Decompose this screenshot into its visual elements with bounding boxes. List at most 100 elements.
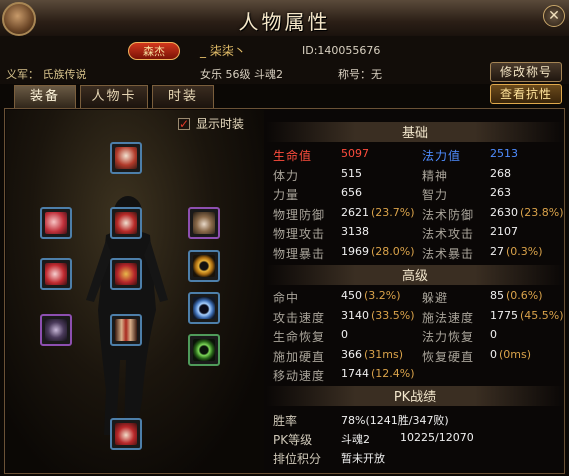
pk-label: 排位积分 — [273, 452, 322, 466]
stat-label: 物理攻击 — [273, 227, 326, 241]
stat-value: 5097 — [341, 147, 369, 160]
stat-label: 力量 — [273, 188, 300, 202]
faction-badge: 森杰 — [128, 42, 180, 60]
jade-ring-icon — [193, 339, 215, 361]
slot-ring[interactable] — [188, 292, 220, 324]
stat-percent: (3.2%) — [364, 289, 401, 302]
rename-title-button[interactable]: 修改称号 — [490, 62, 562, 82]
stat-value: 1969 — [341, 244, 369, 258]
stat-value: 366 — [341, 347, 362, 361]
stat-value: 656 — [341, 186, 362, 199]
slot-armor[interactable] — [110, 207, 142, 239]
player-id: ID:140055676 — [302, 44, 381, 57]
stat-label: 智力 — [422, 188, 449, 202]
stat-label: 施法速度 — [422, 310, 475, 325]
pk-label: PK等级 — [273, 433, 313, 447]
bracelet-icon — [193, 255, 215, 277]
stat-value: 1775 — [490, 308, 518, 322]
character-name: _ 柒柒丶 — [200, 44, 246, 58]
stat-label: 法术防御 — [422, 207, 475, 222]
stat-value: 3138 — [341, 225, 369, 238]
stat-label: 命中 — [273, 291, 300, 305]
stat-label: 恢复硬直 — [422, 349, 475, 364]
slot-necklace[interactable] — [188, 207, 220, 239]
stat-label: 物理防御 — [273, 207, 326, 222]
guild-label: 义军： 氏族传说 — [6, 68, 87, 81]
stat-percent: (23.8%) — [520, 205, 564, 219]
stat-value: 268 — [490, 166, 511, 180]
stat-percent: (0.3%) — [506, 244, 543, 258]
slot-jade-ring[interactable] — [188, 334, 220, 366]
stat-percent: (33.5%) — [371, 308, 415, 322]
pants-icon — [115, 319, 137, 341]
basic-stats-heading: 基础 — [266, 122, 564, 142]
pk-extra: 10225/12070 — [400, 431, 474, 444]
stat-label: 体力 — [273, 168, 300, 183]
stat-value: 515 — [341, 166, 362, 180]
title-label: 称号：无 — [338, 68, 382, 81]
pk-value: 78%(1241胜/347败) — [341, 414, 449, 427]
slot-belt[interactable] — [110, 258, 142, 290]
stat-percent: (31ms) — [364, 347, 404, 361]
title-bar[interactable]: 人物属性 ✕ — [0, 0, 569, 37]
slot-bracelet[interactable] — [188, 250, 220, 282]
stat-label: 生命恢复 — [273, 330, 326, 344]
stat-value: 0 — [341, 328, 348, 341]
slot-gloves[interactable] — [40, 258, 72, 290]
stat-label: 精神 — [422, 168, 449, 183]
slot-boots[interactable] — [110, 418, 142, 450]
window-title: 人物属性 — [238, 10, 331, 34]
stat-value: 27 — [490, 244, 504, 258]
stat-label: 法力恢复 — [422, 330, 475, 344]
stat-percent: (28.0%) — [371, 244, 415, 258]
stat-value: 2513 — [490, 147, 518, 160]
pk-stats-heading: PK战绩 — [266, 386, 564, 406]
necklace-icon — [193, 212, 215, 234]
stat-label: 法术暴击 — [422, 246, 475, 261]
level-label: 女乐 56级 斗魂2 — [200, 68, 283, 81]
stat-value: 0 — [490, 328, 497, 341]
talisman-icon — [45, 319, 67, 341]
stat-label: 攻击速度 — [273, 310, 326, 325]
stat-value: 2107 — [490, 225, 518, 238]
stat-value: 263 — [490, 186, 511, 199]
stat-label: 生命值 — [273, 149, 313, 163]
stat-label: 躲避 — [422, 291, 449, 305]
stat-label: 施加硬直 — [273, 349, 326, 364]
stat-percent: (0ms) — [499, 347, 532, 361]
stat-value: 3140 — [341, 308, 369, 322]
stat-value: 0 — [490, 347, 497, 361]
pk-value: 暂未开放 — [341, 452, 385, 465]
stat-value: 85 — [490, 289, 504, 302]
pk-label: 胜率 — [273, 414, 298, 428]
slot-helmet[interactable] — [110, 142, 142, 174]
stat-value: 2630 — [490, 205, 518, 219]
view-resist-button[interactable]: 查看抗性 — [490, 84, 562, 104]
belt-icon — [115, 263, 137, 285]
tab-character-card[interactable]: 人物卡 — [80, 85, 148, 109]
stat-value: 2621 — [341, 205, 369, 219]
slot-shoulder[interactable] — [40, 207, 72, 239]
stat-value: 1744 — [341, 367, 369, 380]
stat-percent: (23.7%) — [371, 205, 415, 219]
show-fashion-label: 显示时装 — [196, 117, 245, 131]
close-button[interactable]: ✕ — [543, 5, 565, 27]
slot-talisman[interactable] — [40, 314, 72, 346]
stat-label: 法力值 — [422, 149, 462, 163]
stat-percent: (12.4%) — [371, 367, 415, 380]
shoulder-icon — [45, 212, 67, 234]
boots-icon — [115, 423, 137, 445]
stat-label: 移动速度 — [273, 369, 326, 383]
stat-percent: (45.5%) — [520, 308, 564, 322]
tab-equip[interactable]: 装备 — [14, 85, 76, 109]
tab-fashion[interactable]: 时装 — [152, 85, 214, 109]
show-fashion-checkbox[interactable]: ✓ — [178, 118, 190, 130]
pk-value: 斗魂2 — [341, 433, 370, 446]
stat-value: 450 — [341, 289, 362, 302]
stat-label: 物理暴击 — [273, 246, 326, 261]
slot-pants[interactable] — [110, 314, 142, 346]
armor-icon — [115, 212, 137, 234]
stat-percent: (0.6%) — [506, 289, 543, 302]
character-window: 人物属性 ✕ 森杰 _ 柒柒丶 ID:140055676 义军： 氏族传说 女乐… — [0, 0, 569, 476]
helmet-icon — [115, 147, 137, 169]
